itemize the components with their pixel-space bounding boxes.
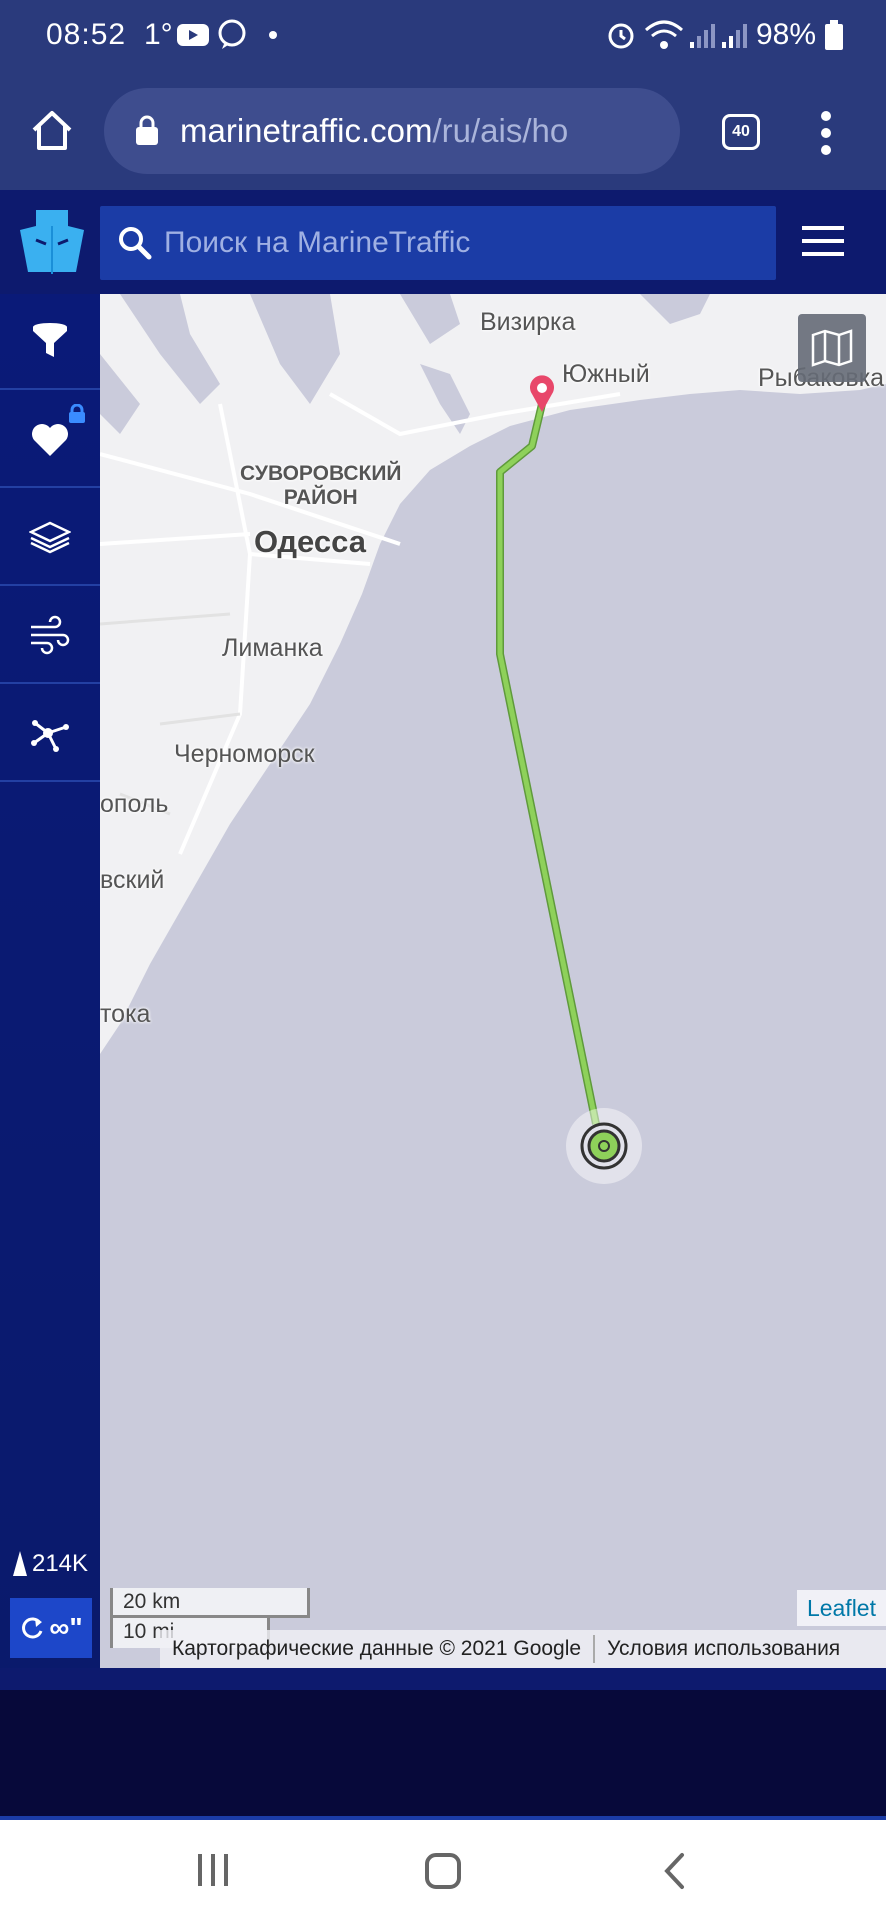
hamburger-menu-icon[interactable] bbox=[802, 224, 844, 258]
status-bar: 08:52 1° 98% bbox=[0, 0, 886, 78]
attribution-text: Картографические данные © 2021 Google bbox=[172, 1637, 582, 1660]
vessel-icon bbox=[12, 1551, 27, 1576]
more-menu-icon[interactable] bbox=[816, 108, 836, 158]
map-icon bbox=[811, 329, 853, 367]
status-temperature: 1° bbox=[144, 18, 173, 51]
youtube-icon bbox=[177, 24, 209, 46]
status-time: 08:52 bbox=[46, 18, 127, 51]
map-canvas[interactable]: Визирка Южный Рыбаковка СУВОРОВСКИЙ РАЙО… bbox=[100, 294, 886, 1668]
map-label-odessa: Одесса bbox=[254, 524, 366, 559]
location-pin-icon[interactable] bbox=[528, 374, 556, 414]
wifi-icon bbox=[645, 20, 683, 49]
network-button[interactable] bbox=[0, 686, 100, 782]
site-header bbox=[0, 190, 886, 294]
footer-strip bbox=[0, 1668, 886, 1690]
terms-link[interactable]: Условия использования bbox=[595, 1637, 852, 1661]
recent-apps-icon[interactable] bbox=[196, 1852, 230, 1888]
map-label-limanka: Лиманка bbox=[222, 634, 323, 662]
heart-icon bbox=[32, 424, 68, 456]
layers-button[interactable] bbox=[0, 490, 100, 586]
leaflet-link[interactable]: Leaflet bbox=[796, 1590, 886, 1626]
home-nav-icon[interactable] bbox=[424, 1852, 462, 1890]
map-label-yuzhny: Южный bbox=[562, 360, 650, 388]
auto-refresh-button[interactable]: ∞" bbox=[10, 1598, 92, 1658]
home-icon[interactable] bbox=[30, 108, 74, 152]
vessel-track bbox=[496, 403, 600, 1125]
battery-percent: 98% bbox=[755, 18, 816, 51]
map-label-toka: тока bbox=[100, 1000, 151, 1028]
system-nav-bar bbox=[0, 1820, 886, 1920]
filter-icon bbox=[33, 323, 67, 357]
map-sidebar: 214K ∞" bbox=[0, 294, 100, 1668]
tab-switcher-button[interactable]: 40 bbox=[722, 114, 760, 150]
lock-icon bbox=[136, 115, 158, 145]
browser-toolbar: marinetraffic.com/ru/ais/ho 40 bbox=[0, 78, 886, 190]
search-input[interactable] bbox=[164, 206, 764, 280]
address-bar[interactable]: marinetraffic.com/ru/ais/ho bbox=[104, 88, 680, 174]
signal-icon-2 bbox=[722, 24, 747, 48]
search-icon bbox=[119, 227, 152, 260]
map-label-suvorovsky-line2: РАЙОН bbox=[283, 486, 358, 509]
refresh-icon bbox=[22, 1617, 43, 1639]
viber-icon bbox=[218, 19, 246, 49]
map-label-opol: ополь bbox=[100, 790, 169, 818]
vessel-count: 214K bbox=[0, 1550, 100, 1578]
map-label-vizirka: Визирка bbox=[480, 308, 576, 336]
wind-icon bbox=[31, 615, 70, 655]
auto-refresh-label: ∞" bbox=[49, 1612, 83, 1643]
filter-button[interactable] bbox=[0, 294, 100, 390]
marinetraffic-logo[interactable] bbox=[16, 204, 88, 280]
signal-icon-1 bbox=[690, 24, 715, 48]
scale-km: 20 km bbox=[110, 1588, 310, 1618]
url-text: marinetraffic.com/ru/ais/ho bbox=[180, 112, 670, 150]
map-label-vsky: вский bbox=[100, 866, 165, 894]
url-path: /ru/ais/ho bbox=[432, 112, 569, 149]
alarm-icon bbox=[608, 23, 634, 49]
vessel-position-marker[interactable] bbox=[564, 1106, 644, 1186]
map-label-suvorovsky: СУВОРОВСКИЙ РАЙОН bbox=[240, 462, 402, 510]
footer-banner-area bbox=[0, 1690, 886, 1816]
favorites-button[interactable] bbox=[0, 392, 100, 488]
notification-dot-icon bbox=[269, 31, 277, 39]
map-label-suvorovsky-line1: СУВОРОВСКИЙ bbox=[240, 462, 402, 485]
back-icon[interactable] bbox=[662, 1852, 686, 1890]
map-label-chernomorsk: Черноморск bbox=[174, 740, 315, 768]
map-type-button[interactable] bbox=[798, 314, 866, 382]
network-icon bbox=[31, 720, 69, 752]
weather-button[interactable] bbox=[0, 588, 100, 684]
vessel-count-value: 214K bbox=[31, 1550, 89, 1577]
search-box[interactable] bbox=[100, 206, 776, 280]
lock-badge-icon bbox=[69, 404, 85, 423]
layers-icon bbox=[29, 521, 71, 554]
url-domain: marinetraffic.com bbox=[180, 112, 433, 149]
map-attribution: Картографические данные © 2021 Google Ус… bbox=[160, 1630, 886, 1668]
battery-icon bbox=[825, 20, 843, 50]
